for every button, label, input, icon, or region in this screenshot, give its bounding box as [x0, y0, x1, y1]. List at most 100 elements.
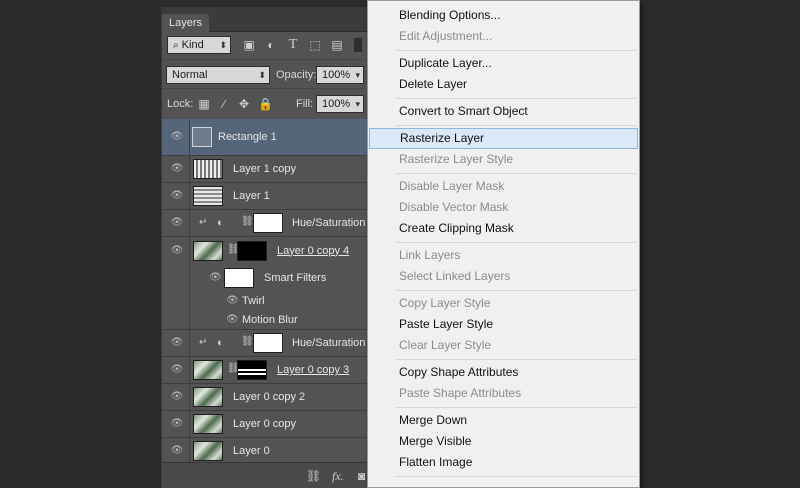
layer-thumbnail — [193, 414, 223, 434]
layer-thumbnail — [193, 360, 223, 380]
kind-dropdown[interactable]: ⌕ Kind ⬍ — [167, 36, 231, 54]
menu-item-merge-down[interactable]: Merge Down — [368, 410, 639, 431]
eye-divider — [189, 237, 190, 264]
menu-separator — [396, 98, 637, 99]
visibility-eye-icon[interactable]: 👁 — [226, 295, 239, 306]
kind-label: Kind — [181, 39, 204, 51]
visibility-eye-icon[interactable]: 👁 — [226, 314, 239, 325]
visibility-eye-icon[interactable]: 👁 — [170, 163, 184, 175]
menu-item-copy-layer-style[interactable]: Copy Layer Style — [368, 293, 639, 314]
layer-row-hue-saturation-1[interactable]: 👁 ↵ ◐ ⛓ Hue/Saturation 1 — [162, 210, 381, 237]
layer-row-hue-saturation-1-b[interactable]: 👁 ↵ ◐ ⛓ Hue/Saturation 1 — [162, 330, 381, 357]
tab-layers[interactable]: Layers — [162, 14, 210, 32]
filter-row-twirl[interactable]: 👁 Twirl — [162, 291, 381, 310]
filter-row: ⌕ Kind ⬍ ▣ ◐ T ⬚ ▤ — [162, 32, 381, 59]
layer-name: Hue/Saturation 1 — [292, 217, 375, 229]
layer-row-layer-0-copy-4[interactable]: 👁 ⛓ Layer 0 copy 4 — [162, 237, 381, 264]
menu-item-convert-to-smart-object[interactable]: Convert to Smart Object — [368, 101, 639, 122]
menu-item-delete-layer[interactable]: Delete Layer — [368, 74, 639, 95]
search-icon: ⌕ — [173, 40, 179, 51]
fx-icon[interactable]: fx. — [332, 469, 344, 484]
smart-object-filter-icon[interactable]: ▤ — [330, 38, 344, 52]
type-filter-icon[interactable]: T — [286, 38, 300, 52]
opacity-label: Opacity: — [276, 69, 317, 81]
layer-row-layer-1[interactable]: 👁 Layer 1 — [162, 183, 381, 210]
link-icon[interactable]: ⛓ — [306, 469, 321, 483]
mask-icon[interactable]: ◙ — [358, 469, 365, 483]
layer-row-layer-0[interactable]: 👁 Layer 0 — [162, 438, 381, 465]
fill-input[interactable]: 100% ▾ — [316, 95, 364, 113]
layer-list: 👁 Rectangle 1 👁 Layer 1 copy 👁 Layer 1 👁… — [162, 119, 381, 465]
menu-item-rasterize-layer-style[interactable]: Rasterize Layer Style — [368, 149, 639, 170]
visibility-eye-icon[interactable]: 👁 — [170, 245, 184, 257]
layer-name: Layer 0 copy — [233, 418, 296, 430]
eye-divider — [189, 183, 190, 209]
adjustment-layer-icon: ◐ — [217, 217, 224, 229]
link-chain-icon[interactable]: ⛓ — [241, 216, 254, 227]
menu-item-flatten-image[interactable]: Flatten Image — [368, 452, 639, 473]
menu-item-select-linked-layers[interactable]: Select Linked Layers — [368, 266, 639, 287]
visibility-eye-icon[interactable]: 👁 — [170, 418, 184, 430]
dropdown-arrow-icon: ⬍ — [258, 70, 266, 80]
layer-row-layer-0-copy-3[interactable]: 👁 ⛓ Layer 0 copy 3 — [162, 357, 381, 384]
layer-row-layer-0-copy[interactable]: 👁 Layer 0 copy — [162, 411, 381, 438]
eye-divider — [189, 264, 190, 291]
menu-item-clear-layer-style[interactable]: Clear Layer Style — [368, 335, 639, 356]
menu-item-create-clipping-mask[interactable]: Create Clipping Mask — [368, 218, 639, 239]
layer-row-rectangle-1[interactable]: 👁 Rectangle 1 — [162, 119, 381, 156]
menu-item-edit-adjustment[interactable]: Edit Adjustment... — [368, 26, 639, 47]
eye-divider — [189, 411, 190, 437]
link-chain-icon[interactable]: ⛓ — [241, 336, 254, 347]
visibility-eye-icon[interactable]: 👁 — [209, 272, 222, 283]
shape-filter-icon[interactable]: ⬚ — [308, 38, 322, 52]
menu-item-duplicate-layer[interactable]: Duplicate Layer... — [368, 53, 639, 74]
menu-item-rasterize-layer[interactable]: Rasterize Layer — [369, 128, 638, 149]
opacity-input[interactable]: 100% ▾ — [316, 66, 364, 84]
visibility-eye-icon[interactable]: 👁 — [170, 217, 184, 229]
menu-separator — [396, 476, 637, 477]
menu-item-merge-visible[interactable]: Merge Visible — [368, 431, 639, 452]
filter-row-motion-blur[interactable]: 👁 Motion Blur — [162, 310, 381, 330]
layer-thumbnail — [193, 159, 223, 179]
fill-value: 100% — [322, 98, 351, 110]
layer-thumbnail — [193, 186, 223, 206]
blend-mode-dropdown[interactable]: Normal ⬍ — [166, 66, 270, 84]
lock-all-icon[interactable]: 🔒 — [258, 97, 273, 111]
visibility-eye-icon[interactable]: 👁 — [170, 190, 184, 202]
lock-paint-icon[interactable]: ∕ — [217, 97, 231, 111]
menu-item-copy-shape-attributes[interactable]: Copy Shape Attributes — [368, 362, 639, 383]
layer-thumbnail — [192, 127, 212, 147]
filter-name: Motion Blur — [242, 313, 298, 326]
lock-label: Lock: — [167, 98, 194, 110]
layer-row-layer-0-copy-2[interactable]: 👁 Layer 0 copy 2 — [162, 384, 381, 411]
menu-item-disable-vector-mask[interactable]: Disable Vector Mask — [368, 197, 639, 218]
menu-separator — [396, 407, 637, 408]
visibility-eye-icon[interactable]: 👁 — [170, 131, 184, 143]
adjustment-layer-icon: ◐ — [217, 337, 224, 349]
visibility-eye-icon[interactable]: 👁 — [170, 445, 184, 457]
menu-separator — [396, 359, 637, 360]
menu-item-blending-options[interactable]: Blending Options... — [368, 5, 639, 26]
menu-item-paste-layer-style[interactable]: Paste Layer Style — [368, 314, 639, 335]
layer-mask-thumbnail — [237, 360, 267, 380]
menu-item-paste-shape-attributes[interactable]: Paste Shape Attributes — [368, 383, 639, 404]
menu-item-disable-layer-mask[interactable]: Disable Layer Mask — [368, 176, 639, 197]
adjustment-filter-icon[interactable]: ◐ — [264, 38, 278, 52]
layer-name: Hue/Saturation 1 — [292, 337, 375, 349]
eye-divider — [189, 310, 190, 329]
layer-row-layer-1-copy[interactable]: 👁 Layer 1 copy — [162, 156, 381, 183]
menu-separator — [396, 125, 637, 126]
layer-name: Layer 1 copy — [233, 163, 296, 175]
image-filter-icon[interactable]: ▣ — [242, 38, 256, 52]
lock-transparent-icon[interactable]: ▦ — [197, 97, 211, 111]
menu-item-link-layers[interactable]: Link Layers — [368, 245, 639, 266]
visibility-eye-icon[interactable]: 👁 — [170, 391, 184, 403]
visibility-eye-icon[interactable]: 👁 — [170, 337, 184, 349]
visibility-eye-icon[interactable]: 👁 — [170, 364, 184, 376]
lock-position-icon[interactable]: ✥ — [237, 97, 251, 111]
dropdown-arrow-icon: ⬍ — [219, 40, 227, 50]
smart-filters-row[interactable]: 👁 Smart Filters — [162, 264, 381, 291]
chevron-down-icon: ▾ — [355, 70, 360, 80]
panel-bottom-bar: ⛓ fx. ◙ — [162, 462, 381, 488]
filter-toggle-icon[interactable] — [354, 38, 362, 52]
